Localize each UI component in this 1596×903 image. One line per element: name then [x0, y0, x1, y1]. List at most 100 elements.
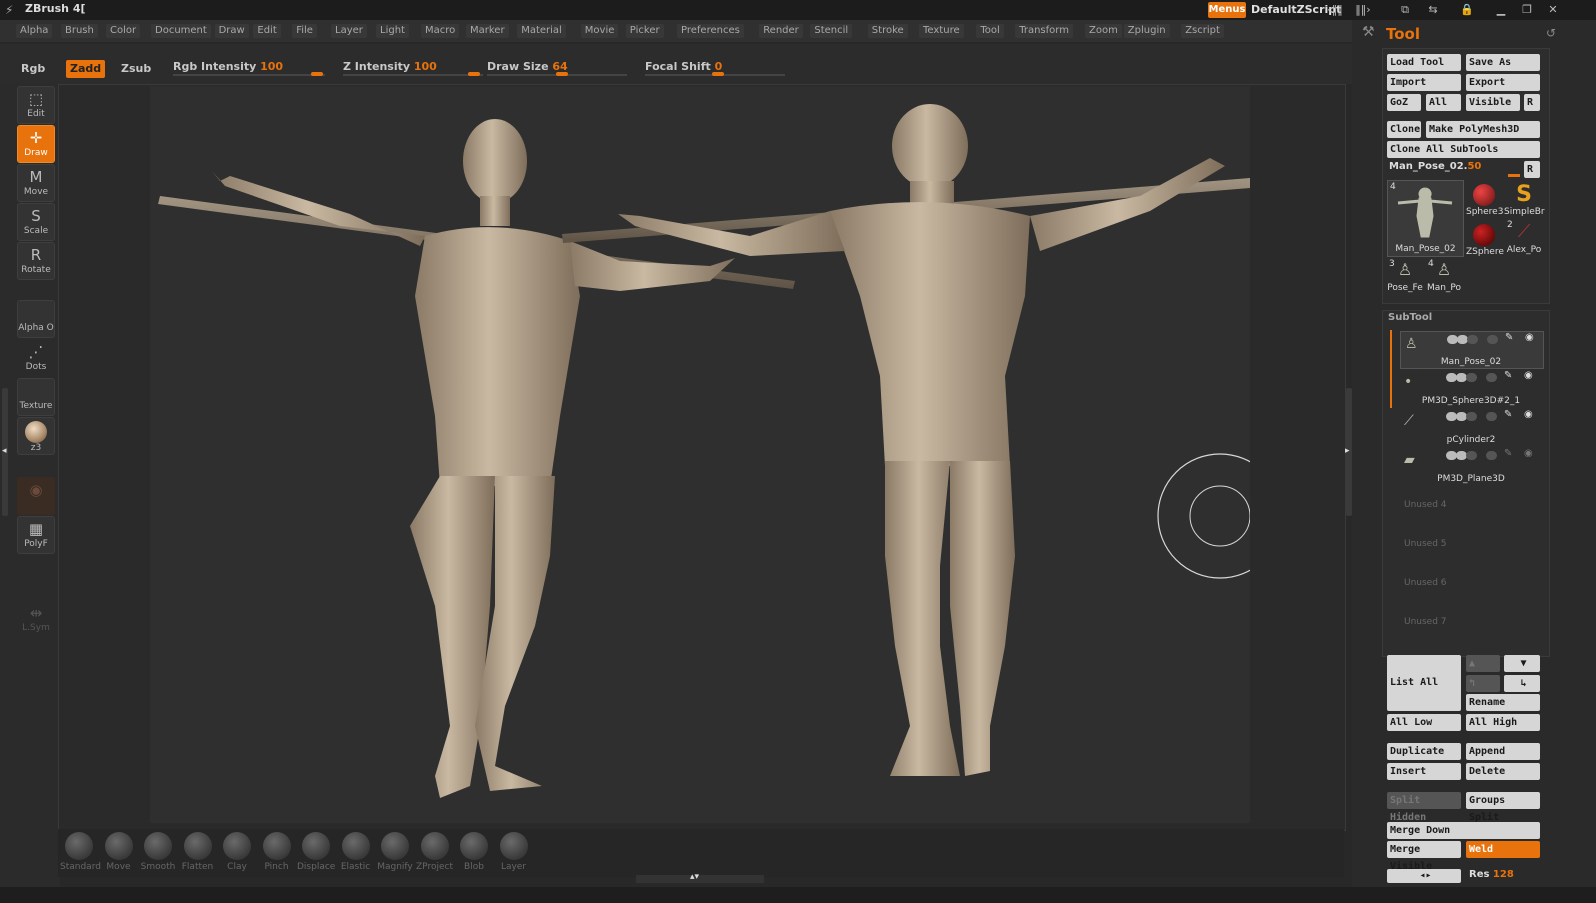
- visibility-eye-icon[interactable]: ◉: [1525, 332, 1534, 343]
- menu-color[interactable]: Color: [106, 24, 141, 38]
- current-tool-slider[interactable]: Man_Pose_02.50: [1389, 161, 1481, 172]
- subtool-toggle[interactable]: [1467, 335, 1478, 344]
- scroll-right-icon[interactable]: ‖‖›: [1354, 2, 1372, 18]
- paint-icon[interactable]: ✎: [1504, 448, 1512, 459]
- brush-pinch[interactable]: Pinch: [258, 832, 296, 872]
- move-left-button[interactable]: ↰: [1466, 675, 1500, 692]
- brush-standard[interactable]: Standard: [60, 832, 101, 872]
- subtool-scrollbar[interactable]: [1390, 330, 1392, 408]
- menu-picker[interactable]: Picker: [625, 24, 664, 38]
- all-high-button[interactable]: All High: [1466, 714, 1540, 731]
- zadd-button[interactable]: Zadd: [66, 60, 106, 78]
- subtool-toggle[interactable]: [1487, 335, 1498, 344]
- subtool-toggle[interactable]: [1466, 412, 1477, 421]
- clone-all-subtools-button[interactable]: Clone All SubTools: [1387, 141, 1540, 158]
- menus-button[interactable]: Menus: [1208, 2, 1246, 18]
- make-polymesh3d-button[interactable]: Make PolyMesh3D: [1426, 121, 1540, 138]
- brush-smooth[interactable]: Smooth: [139, 832, 177, 872]
- unused-slot[interactable]: Unused 6: [1404, 578, 1447, 588]
- color-swatch[interactable]: ◉: [17, 477, 55, 515]
- layout-icon[interactable]: ⧉: [1396, 2, 1414, 18]
- visibility-eye-icon[interactable]: ◉: [1524, 409, 1533, 420]
- menu-material[interactable]: Material: [517, 24, 566, 38]
- merge-down-button[interactable]: Merge Down: [1387, 822, 1540, 839]
- insert-button[interactable]: Insert: [1387, 763, 1461, 780]
- draw-size-slider[interactable]: Draw Size 64: [487, 60, 568, 73]
- unused-slot[interactable]: Unused 7: [1404, 617, 1447, 627]
- material-button[interactable]: z3: [17, 417, 55, 455]
- weld-toggle[interactable]: Weld: [1466, 841, 1540, 858]
- move-down-button[interactable]: ▼: [1504, 655, 1540, 672]
- z-intensity-knob[interactable]: [468, 72, 480, 76]
- subtool-toggle[interactable]: [1466, 373, 1477, 382]
- menu-document[interactable]: Document: [151, 24, 211, 38]
- visibility-eye-icon[interactable]: ◉: [1524, 448, 1533, 459]
- rename-button[interactable]: Rename: [1466, 694, 1540, 711]
- delete-button[interactable]: Delete: [1466, 763, 1540, 780]
- paint-icon[interactable]: ✎: [1504, 409, 1512, 420]
- list-all-button[interactable]: List All: [1387, 655, 1461, 711]
- goz-r-button[interactable]: R: [1524, 94, 1540, 111]
- collapse-bottom-icon[interactable]: ▴▾: [690, 872, 699, 882]
- subtool-toggle[interactable]: [1486, 373, 1497, 382]
- rgb-button[interactable]: Rgb: [17, 60, 49, 78]
- paint-icon[interactable]: ✎: [1505, 332, 1513, 343]
- rgb-intensity-track[interactable]: [173, 74, 325, 76]
- menu-render[interactable]: Render: [759, 24, 803, 38]
- brush-magnify[interactable]: Magnify: [376, 832, 414, 872]
- menu-draw[interactable]: Draw: [214, 24, 249, 38]
- brush-layer[interactable]: Layer: [495, 832, 533, 872]
- edit-button[interactable]: ⬚ Edit: [17, 86, 55, 124]
- alpha-button[interactable]: Alpha O: [17, 300, 55, 338]
- menu-edit[interactable]: Edit: [253, 24, 281, 38]
- menu-file[interactable]: File: [292, 24, 317, 38]
- tool-thumb-sphere3[interactable]: Sphere3: [1466, 184, 1503, 224]
- move-bottom-button[interactable]: ↳: [1504, 675, 1540, 692]
- menu-brush[interactable]: Brush: [61, 24, 98, 38]
- tool-r-button[interactable]: R: [1524, 161, 1540, 178]
- tool-thumb-pose-fe[interactable]: 3 ♙ Pose_Fe: [1387, 258, 1423, 296]
- menu-light[interactable]: Light: [376, 24, 409, 38]
- export-button[interactable]: Export: [1466, 74, 1540, 91]
- subtool-toggle[interactable]: [1466, 451, 1477, 460]
- minimize-icon[interactable]: ▁: [1492, 2, 1510, 18]
- tool-thumb-man-pose[interactable]: 4 Man_Pose_02: [1387, 180, 1464, 257]
- rgb-intensity-slider[interactable]: Rgb Intensity 100: [173, 60, 283, 73]
- menu-movie[interactable]: Movie: [580, 24, 619, 38]
- menu-alpha[interactable]: Alpha: [16, 24, 53, 38]
- brush-clay[interactable]: Clay: [218, 832, 256, 872]
- subtool-heading[interactable]: SubTool: [1388, 312, 1432, 323]
- draw-size-knob[interactable]: [556, 72, 568, 76]
- move-up-button[interactable]: ▲: [1466, 655, 1500, 672]
- scroll-left-icon[interactable]: ‹‖‖: [1326, 2, 1344, 18]
- brush-move[interactable]: Move: [100, 832, 138, 872]
- brush-displace[interactable]: Displace: [297, 832, 335, 872]
- reset-icon[interactable]: ↺: [1546, 26, 1556, 40]
- split-hidden-button[interactable]: Split Hidden: [1387, 792, 1461, 823]
- subtool-toggle[interactable]: [1486, 412, 1497, 421]
- visibility-eye-icon[interactable]: ◉: [1524, 370, 1533, 381]
- swap-icon[interactable]: ⇆: [1424, 2, 1442, 18]
- menu-macro[interactable]: Macro: [421, 24, 460, 38]
- goz-button[interactable]: GoZ: [1387, 94, 1421, 111]
- menu-zoom[interactable]: Zoom: [1085, 24, 1122, 38]
- menu-zscript[interactable]: Zscript: [1181, 24, 1224, 38]
- collapse-left-icon[interactable]: ◂: [2, 446, 7, 456]
- sculpt-viewport[interactable]: [150, 86, 1283, 823]
- document-canvas[interactable]: [150, 86, 1283, 823]
- res-slider[interactable]: Res 128: [1469, 869, 1514, 880]
- restore-icon[interactable]: ❐: [1518, 2, 1536, 18]
- brush-flatten[interactable]: Flatten: [179, 832, 217, 872]
- unused-slot[interactable]: Unused 5: [1404, 539, 1447, 549]
- rgb-intensity-knob[interactable]: [311, 72, 323, 76]
- menu-tool[interactable]: Tool: [976, 24, 1004, 38]
- save-as-button[interactable]: Save As: [1466, 54, 1540, 71]
- z-intensity-track[interactable]: [343, 74, 483, 76]
- all-low-button[interactable]: All Low: [1387, 714, 1461, 731]
- goz-visible-button[interactable]: Visible: [1466, 94, 1520, 111]
- collapse-right-icon[interactable]: ▸: [1345, 446, 1350, 456]
- clone-button[interactable]: Clone: [1387, 121, 1421, 138]
- subtool-toggle[interactable]: [1486, 451, 1497, 460]
- paint-icon[interactable]: ✎: [1504, 370, 1512, 381]
- zsub-button[interactable]: Zsub: [117, 60, 155, 78]
